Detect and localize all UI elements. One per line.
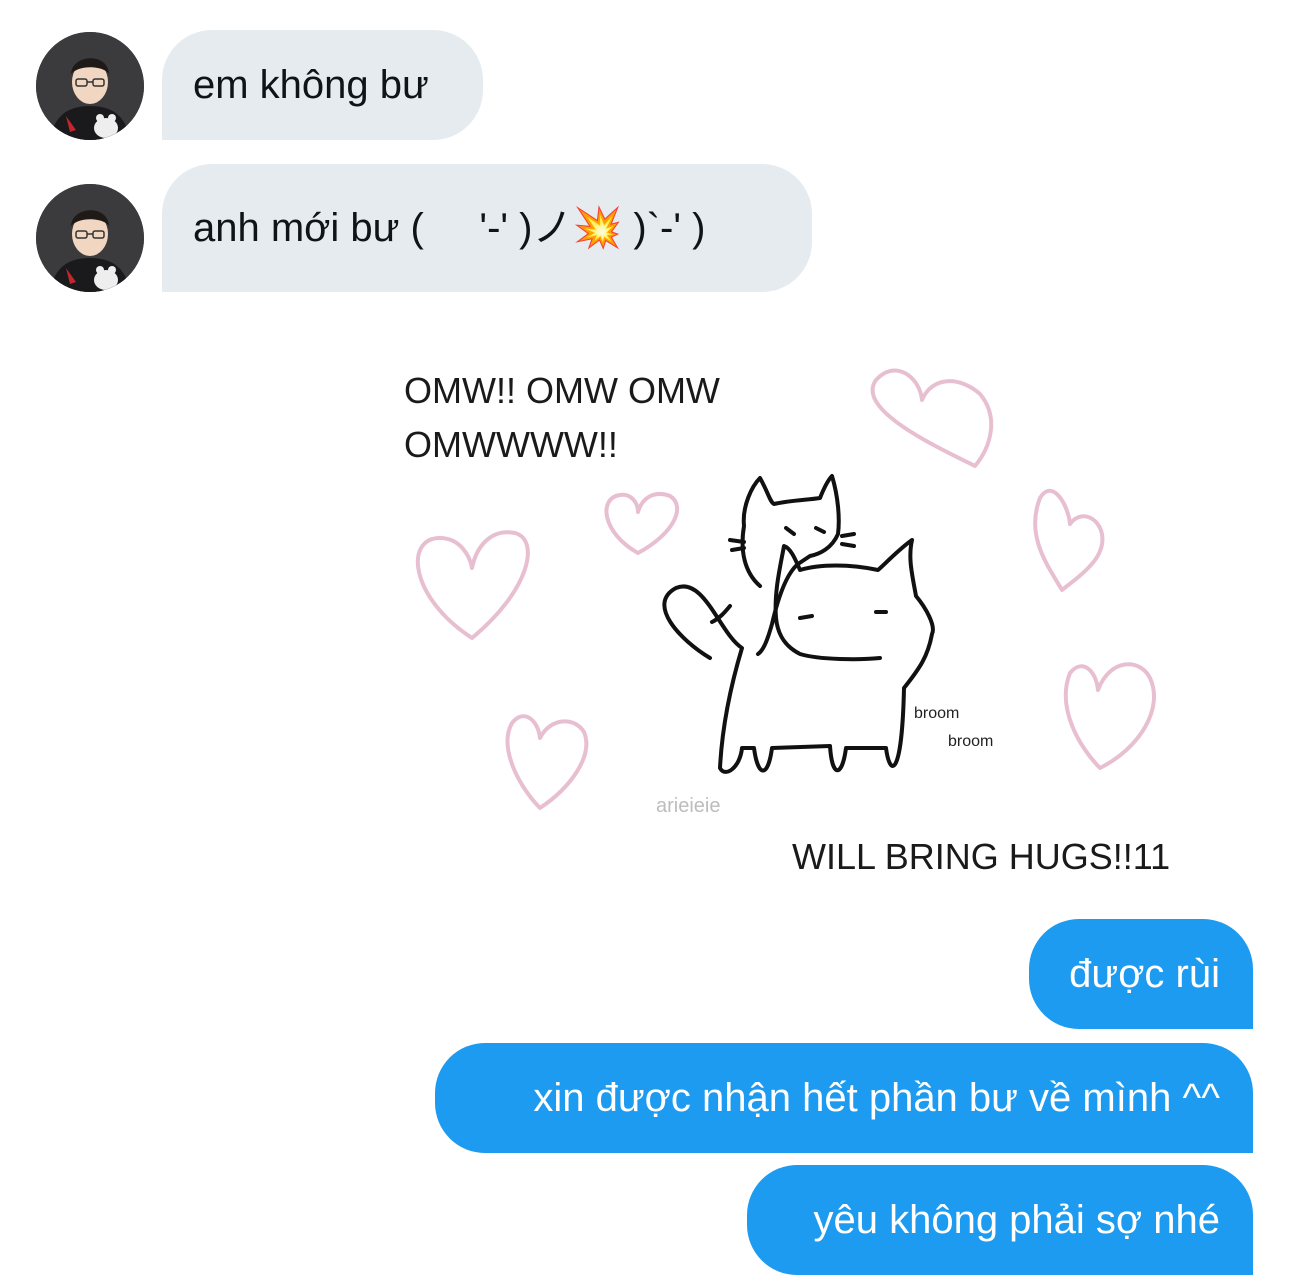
message-text: xin được nhận hết phần bư về mình ^^ [533, 1076, 1220, 1120]
image-headline: OMWWWW!! [404, 424, 618, 465]
outgoing-message[interactable]: xin được nhận hết phần bư về mình ^^ [435, 1043, 1253, 1153]
heart-icon [1033, 488, 1105, 592]
image-headline: OMW!! OMW OMW [404, 370, 720, 411]
user-avatar-icon [36, 32, 144, 140]
heart-icon [415, 530, 530, 640]
heart-icon [1063, 662, 1156, 770]
message-text: em không bư [193, 63, 429, 107]
sender-avatar[interactable] [36, 32, 144, 140]
user-avatar-icon [36, 184, 144, 292]
message-text: được rùi [1069, 952, 1220, 996]
watermark-text: arieieie [656, 795, 720, 817]
cat-drawing [662, 538, 935, 774]
heart-icon [505, 714, 589, 810]
message-text: anh mới bư ( '-' )ノ💥 )`-' ) [193, 206, 706, 250]
shared-image[interactable]: broom broom arieieie OMW!! OMW OMW OMWWW… [380, 328, 1210, 890]
sound-text: broom [948, 733, 993, 750]
message-text: yêu không phải sợ nhé [813, 1198, 1220, 1242]
outgoing-message[interactable]: được rùi [1029, 919, 1253, 1029]
image-caption: WILL BRING HUGS!!11 [792, 836, 1171, 877]
incoming-message[interactable]: em không bư [162, 30, 483, 140]
sender-avatar[interactable] [36, 184, 144, 292]
incoming-message[interactable]: anh mới bư ( '-' )ノ💥 )`-' ) [162, 164, 812, 292]
cat-drawing-illustration: broom broom arieieie [415, 368, 1156, 817]
sound-text: broom [914, 705, 959, 722]
heart-icon [870, 368, 994, 468]
outgoing-message[interactable]: yêu không phải sợ nhé [747, 1165, 1253, 1275]
heart-icon [604, 492, 680, 555]
